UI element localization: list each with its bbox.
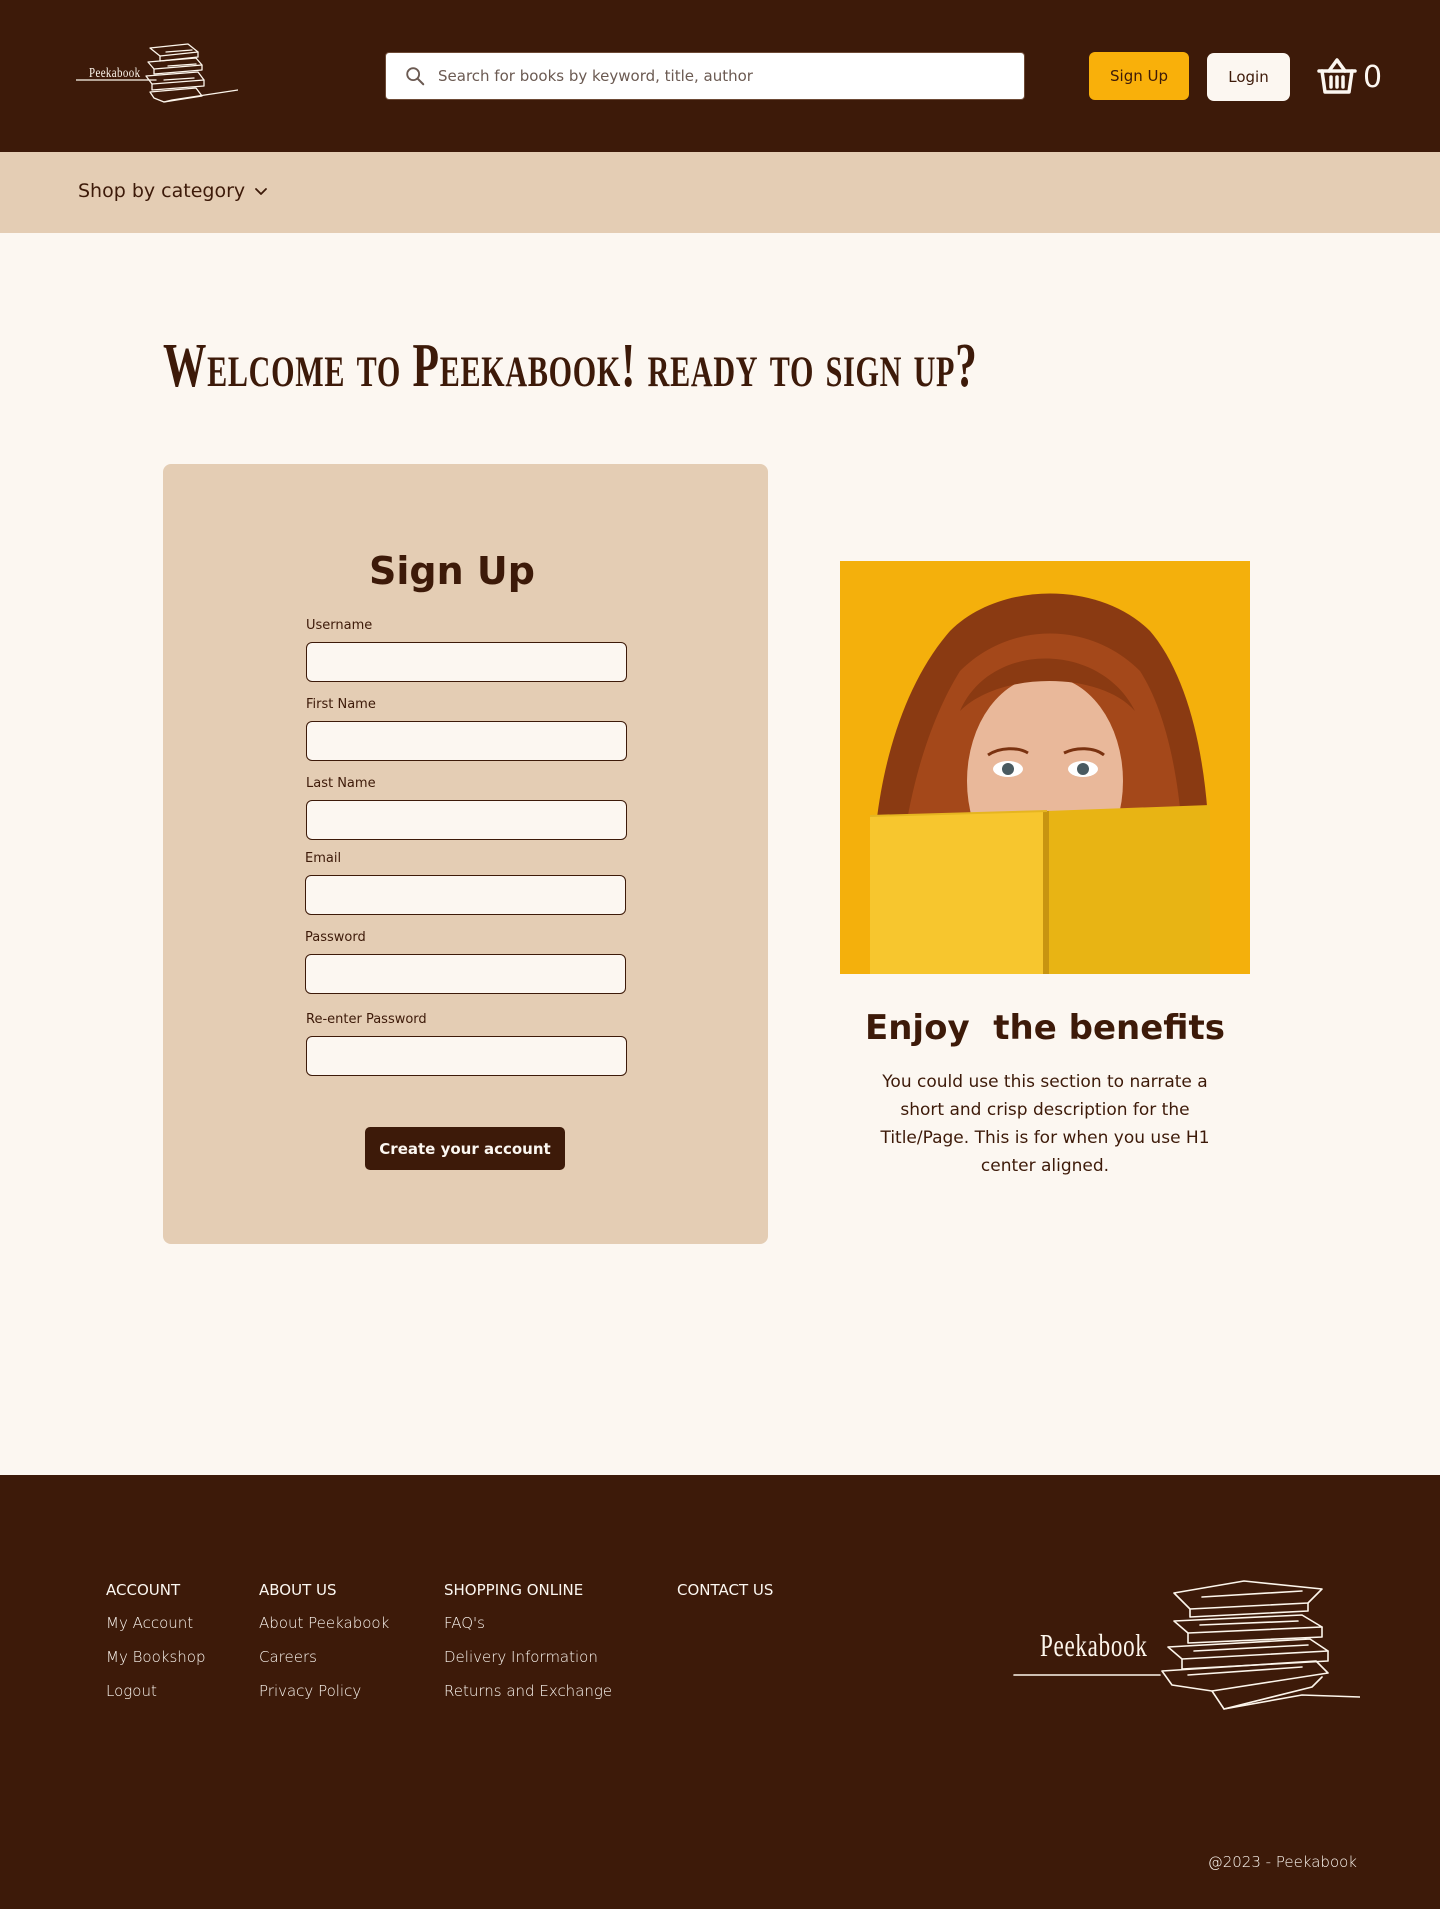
footer-column-about: ABOUT US About Peekabook Careers Privacy… bbox=[259, 1581, 389, 1716]
footer-logo[interactable]: Peekabook bbox=[1012, 1575, 1360, 1717]
footer-link-contact-us[interactable]: CONTACT US bbox=[677, 1581, 773, 1599]
reenter-password-label: Re-enter Password bbox=[306, 1012, 427, 1027]
shop-by-category-dropdown[interactable]: Shop by category bbox=[78, 180, 269, 202]
footer-link-my-bookshop[interactable]: My Bookshop bbox=[106, 1648, 205, 1666]
hero-image bbox=[840, 561, 1250, 974]
benefits-description: You could use this section to narrate a … bbox=[880, 1072, 1210, 1176]
footer-link-delivery-information[interactable]: Delivery Information bbox=[444, 1648, 612, 1666]
footer-link-about-peekabook[interactable]: About Peekabook bbox=[259, 1614, 389, 1632]
email-field[interactable] bbox=[305, 875, 626, 915]
username-field[interactable] bbox=[306, 642, 627, 682]
chevron-down-icon bbox=[255, 188, 268, 195]
first-name-field[interactable] bbox=[306, 721, 627, 761]
search-icon bbox=[406, 67, 425, 86]
footer-logo-text: Peekabook bbox=[1040, 1627, 1148, 1663]
site-header: Peekabook Sign Up Login 0 bbox=[0, 0, 1440, 152]
email-label: Email bbox=[305, 851, 342, 866]
form-title: Sign Up bbox=[369, 549, 535, 593]
footer-column-account: ACCOUNT My Account My Bookshop Logout bbox=[106, 1581, 205, 1716]
footer-link-faqs[interactable]: FAQ's bbox=[444, 1614, 612, 1632]
footer-heading: ABOUT US bbox=[259, 1581, 337, 1599]
signup-button[interactable]: Sign Up bbox=[1089, 52, 1189, 100]
footer-column-shopping: SHOPPING ONLINE FAQ's Delivery Informati… bbox=[444, 1581, 612, 1716]
cart-count: 0 bbox=[1363, 60, 1383, 95]
copyright-text: @2023 - Peekabook bbox=[1207, 1853, 1357, 1871]
reenter-password-field[interactable] bbox=[306, 1036, 627, 1076]
page-title: Welcome to Peekabook! ready to sign up? bbox=[163, 332, 978, 400]
signup-form-card: Sign Up Username First Name Last Name Em… bbox=[163, 464, 768, 1244]
cart-button[interactable]: 0 bbox=[1316, 56, 1386, 98]
footer-heading: ACCOUNT bbox=[106, 1581, 181, 1599]
search-bar[interactable] bbox=[385, 52, 1025, 100]
footer-heading: SHOPPING ONLINE bbox=[444, 1581, 584, 1599]
footer-link-careers[interactable]: Careers bbox=[259, 1648, 389, 1666]
footer-link-returns-exchange[interactable]: Returns and Exchange bbox=[444, 1682, 612, 1700]
logo[interactable]: Peekabook bbox=[76, 42, 238, 108]
category-bar: Shop by category bbox=[0, 152, 1440, 233]
search-input[interactable] bbox=[438, 54, 1024, 98]
footer-link-logout[interactable]: Logout bbox=[106, 1682, 205, 1700]
shop-by-category-label: Shop by category bbox=[78, 180, 246, 202]
login-button[interactable]: Login bbox=[1207, 53, 1290, 101]
site-footer: ACCOUNT My Account My Bookshop Logout AB… bbox=[0, 1475, 1440, 1909]
footer-link-privacy-policy[interactable]: Privacy Policy bbox=[259, 1682, 389, 1700]
username-label: Username bbox=[306, 618, 373, 633]
woman-reading-book-photo bbox=[840, 561, 1250, 974]
footer-column-contact: CONTACT US bbox=[677, 1581, 773, 1614]
footer-link-my-account[interactable]: My Account bbox=[106, 1614, 205, 1632]
basket-icon bbox=[1317, 58, 1357, 94]
benefits-title: Enjoy the benefits bbox=[865, 1008, 1225, 1048]
logo-text: Peekabook bbox=[89, 66, 141, 81]
first-name-label: First Name bbox=[306, 697, 376, 712]
password-label: Password bbox=[305, 930, 366, 945]
create-account-button[interactable]: Create your account bbox=[365, 1127, 565, 1170]
password-field[interactable] bbox=[305, 954, 626, 994]
last-name-label: Last Name bbox=[306, 776, 376, 791]
last-name-field[interactable] bbox=[306, 800, 627, 840]
